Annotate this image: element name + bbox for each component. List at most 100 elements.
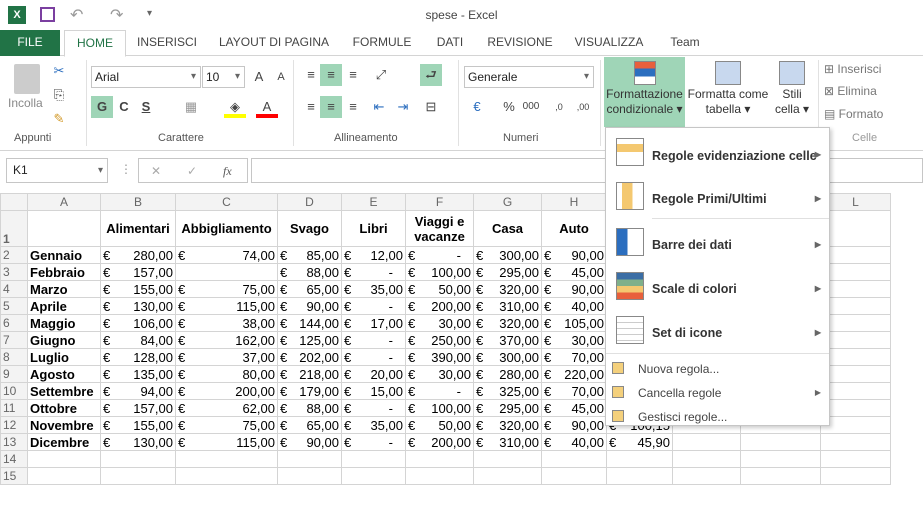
font-size-select[interactable]: 10 — [202, 66, 245, 88]
amount-cell[interactable]: €130,00 — [100, 433, 176, 451]
align-right-icon[interactable]: ≡ — [342, 96, 364, 118]
amount-cell[interactable]: €320,00 — [473, 314, 542, 332]
amount-cell[interactable]: €90,00 — [277, 297, 342, 315]
amount-cell[interactable]: €218,00 — [277, 365, 342, 383]
align-center-icon[interactable]: ≡ — [320, 96, 342, 118]
cell[interactable] — [820, 210, 891, 247]
cell[interactable] — [820, 280, 891, 298]
amount-cell[interactable]: €17,00 — [341, 314, 406, 332]
cell[interactable] — [820, 399, 891, 417]
increase-indent-icon[interactable]: ⇥ — [392, 96, 414, 118]
tab-layout[interactable]: LAYOUT DI PAGINA — [212, 30, 336, 56]
cell[interactable] — [175, 263, 278, 281]
amount-cell[interactable]: €100,00 — [405, 263, 474, 281]
percent-button[interactable]: % — [498, 96, 520, 118]
amount-cell[interactable]: €155,00 — [100, 416, 176, 434]
cell[interactable] — [740, 467, 821, 485]
amount-cell[interactable]: €157,00 — [100, 399, 176, 417]
column-header[interactable]: A — [27, 193, 101, 211]
amount-cell[interactable]: €179,00 — [277, 382, 342, 400]
column-header[interactable]: H — [541, 193, 607, 211]
cell[interactable] — [820, 331, 891, 349]
amount-cell[interactable]: € - — [341, 331, 406, 349]
amount-cell[interactable]: €280,00 — [473, 365, 542, 383]
amount-cell[interactable]: €90,00 — [541, 416, 607, 434]
cell[interactable] — [740, 433, 821, 451]
amount-cell[interactable]: €300,00 — [473, 246, 542, 264]
amount-cell[interactable]: €155,00 — [100, 280, 176, 298]
amount-cell[interactable]: € - — [341, 433, 406, 451]
format-as-table-button[interactable]: Formatta come tabella ▾ — [686, 57, 770, 117]
column-header[interactable]: C — [175, 193, 278, 211]
cell[interactable] — [820, 416, 891, 434]
cell[interactable] — [405, 450, 474, 468]
amount-cell[interactable]: €390,00 — [405, 348, 474, 366]
month-cell[interactable]: Giugno — [27, 331, 101, 349]
header-cell[interactable]: Alimentari — [100, 210, 176, 247]
amount-cell[interactable]: €250,00 — [405, 331, 474, 349]
cell[interactable] — [341, 467, 406, 485]
amount-cell[interactable]: €162,00 — [175, 331, 278, 349]
font-name-select[interactable]: Arial — [91, 66, 201, 88]
cell[interactable] — [27, 450, 101, 468]
align-middle-icon[interactable]: ≡ — [320, 64, 342, 86]
cell[interactable] — [672, 450, 741, 468]
amount-cell[interactable]: €74,00 — [175, 246, 278, 264]
merge-center-icon[interactable]: ⊟ — [420, 96, 442, 118]
amount-cell[interactable]: €50,00 — [405, 416, 474, 434]
cell[interactable] — [740, 450, 821, 468]
cell[interactable] — [405, 467, 474, 485]
fill-color-icon[interactable]: ◈ — [224, 96, 246, 118]
amount-cell[interactable]: €88,00 — [277, 399, 342, 417]
cell[interactable] — [341, 450, 406, 468]
cell[interactable] — [175, 450, 278, 468]
amount-cell[interactable]: €85,00 — [277, 246, 342, 264]
amount-cell[interactable]: €310,00 — [473, 297, 542, 315]
cell[interactable] — [100, 450, 176, 468]
month-cell[interactable]: Maggio — [27, 314, 101, 332]
amount-cell[interactable]: €115,00 — [175, 433, 278, 451]
cell[interactable] — [820, 433, 891, 451]
cell[interactable] — [27, 467, 101, 485]
cell[interactable] — [820, 297, 891, 315]
amount-cell[interactable]: €30,00 — [541, 331, 607, 349]
amount-cell[interactable]: €75,00 — [175, 416, 278, 434]
amount-cell[interactable]: €20,00 — [341, 365, 406, 383]
month-cell[interactable]: Gennaio — [27, 246, 101, 264]
copy-icon[interactable]: ⎘ — [48, 84, 70, 106]
cell[interactable] — [277, 450, 342, 468]
amount-cell[interactable]: €40,00 — [541, 297, 607, 315]
amount-cell[interactable]: €280,00 — [100, 246, 176, 264]
amount-cell[interactable]: €30,00 — [405, 314, 474, 332]
shrink-font-icon[interactable]: A — [270, 66, 292, 88]
column-header[interactable]: F — [405, 193, 474, 211]
row-header[interactable]: 2 — [0, 246, 28, 264]
column-header[interactable]: B — [100, 193, 176, 211]
number-format-select[interactable]: Generale — [464, 66, 594, 88]
amount-cell[interactable]: €70,00 — [541, 382, 607, 400]
month-cell[interactable]: Aprile — [27, 297, 101, 315]
align-bottom-icon[interactable]: ≡ — [342, 64, 364, 86]
amount-cell[interactable]: € - — [405, 246, 474, 264]
row-header[interactable]: 15 — [0, 467, 28, 485]
row-header[interactable]: 7 — [0, 331, 28, 349]
amount-cell[interactable]: €70,00 — [541, 348, 607, 366]
cell[interactable] — [820, 467, 891, 485]
amount-cell[interactable]: €125,00 — [277, 331, 342, 349]
tab-revisione[interactable]: REVISIONE — [483, 30, 557, 56]
menu-item-top-bottom[interactable]: Regole Primi/Ultimi ▶ — [606, 182, 829, 216]
menu-item-highlight-rules[interactable]: Regole evidenziazione celle ▶ — [606, 138, 829, 172]
header-cell[interactable]: Svago — [277, 210, 342, 247]
month-cell[interactable]: Marzo — [27, 280, 101, 298]
cancel-icon[interactable]: ✕ — [151, 161, 161, 181]
cell[interactable] — [100, 467, 176, 485]
amount-cell[interactable]: €35,00 — [341, 416, 406, 434]
amount-cell[interactable]: € - — [341, 399, 406, 417]
cell[interactable] — [606, 450, 673, 468]
header-cell[interactable] — [27, 210, 101, 247]
amount-cell[interactable]: €295,00 — [473, 399, 542, 417]
amount-cell[interactable]: €200,00 — [405, 297, 474, 315]
amount-cell[interactable]: € - — [341, 297, 406, 315]
amount-cell[interactable]: €320,00 — [473, 280, 542, 298]
row-header[interactable]: 12 — [0, 416, 28, 434]
